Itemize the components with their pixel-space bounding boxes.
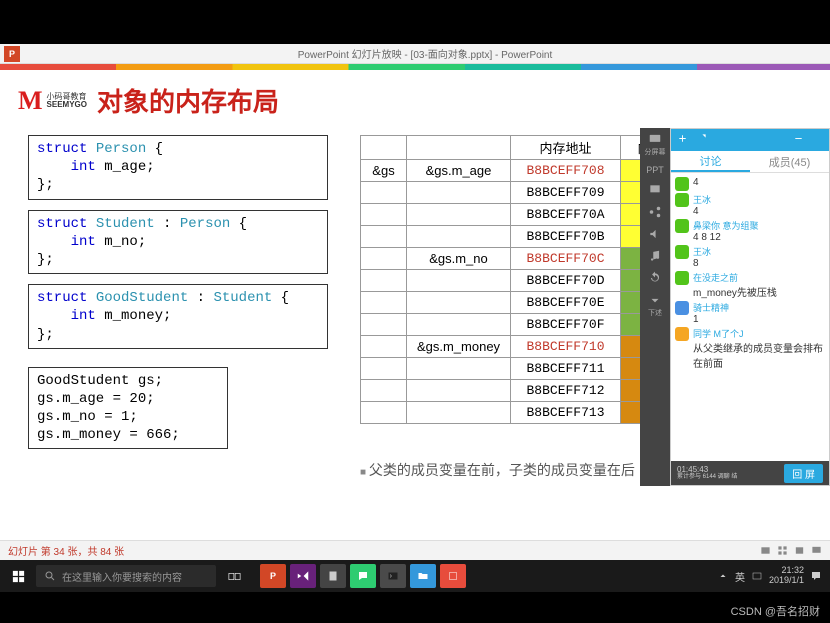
tray-notification-icon[interactable] bbox=[810, 570, 822, 582]
logo: M 小码哥教育SEEMYGO bbox=[18, 86, 87, 116]
avatar bbox=[675, 219, 689, 233]
tray-up-icon[interactable] bbox=[717, 570, 729, 582]
tray-ime-icon[interactable] bbox=[751, 570, 763, 582]
view-normal-icon[interactable] bbox=[760, 545, 771, 556]
side-music-icon[interactable] bbox=[648, 249, 662, 263]
tab-members[interactable]: 成员(45) bbox=[750, 151, 829, 172]
ppt-view-controls[interactable] bbox=[760, 545, 822, 556]
chat-message: 同学 M了个J从父类继承的成员变量会排布在前面 bbox=[675, 327, 825, 370]
table-row: B8BCEFF70D bbox=[361, 270, 681, 292]
code-person: struct Person { int m_age; }; bbox=[28, 135, 328, 200]
ppt-status-bar: 幻灯片 第 34 张，共 84 张 bbox=[0, 540, 830, 560]
search-placeholder: 在这里输入你要搜索的内容 bbox=[62, 569, 182, 584]
avatar bbox=[675, 177, 689, 191]
chat-top-bar[interactable] bbox=[671, 129, 829, 151]
memory-table: 内存地址 内存 &gs&gs.m_ageB8BCEFF708B8BCEFF709… bbox=[360, 135, 681, 424]
chat-message: 4 bbox=[675, 177, 825, 191]
search-icon bbox=[44, 570, 56, 582]
search-box[interactable]: 在这里输入你要搜索的内容 bbox=[36, 565, 216, 587]
task-view-button[interactable] bbox=[216, 560, 252, 592]
windows-taskbar[interactable]: 在这里输入你要搜索的内容 P 英 21:32 2019/1/1 bbox=[0, 560, 830, 592]
side-down-icon[interactable]: 下述 bbox=[648, 293, 662, 318]
taskbar-apps[interactable]: P bbox=[260, 564, 466, 588]
ppt-window-title: PowerPoint 幻灯片放映 - [03-面向对象.pptx] - Powe… bbox=[20, 46, 830, 61]
table-row: B8BCEFF70A bbox=[361, 204, 681, 226]
bottom-black-band bbox=[0, 592, 830, 623]
view-slideshow-icon[interactable] bbox=[811, 545, 822, 556]
app-terminal[interactable] bbox=[380, 564, 406, 588]
table-row: B8BCEFF713 bbox=[361, 402, 681, 424]
slide-title: 对象的内存布局 bbox=[97, 82, 279, 119]
table-row: &gs&gs.m_ageB8BCEFF708 bbox=[361, 160, 681, 182]
chat-body[interactable]: 4 王冰4鼻梁你 意为组聚4 8 12王冰8在没走之前m_money先被压栈骑士精… bbox=[671, 173, 829, 461]
avatar bbox=[675, 193, 689, 207]
view-reading-icon[interactable] bbox=[794, 545, 805, 556]
view-sorter-icon[interactable] bbox=[777, 545, 788, 556]
table-row: B8BCEFF711 bbox=[361, 358, 681, 380]
th-ptr bbox=[361, 136, 407, 160]
side-board-icon[interactable] bbox=[648, 183, 662, 197]
chat-side-toolbar[interactable]: 分屏幕 PPT 下述 bbox=[640, 128, 670, 486]
chat-tabs[interactable]: 讨论 成员(45) bbox=[671, 151, 829, 173]
tab-discuss[interactable]: 讨论 bbox=[671, 151, 750, 172]
powerpoint-icon: P bbox=[4, 46, 20, 62]
app-notepad[interactable] bbox=[320, 564, 346, 588]
code-student: struct Student : Person { int m_no; }; bbox=[28, 210, 328, 275]
chat-message: 王冰4 bbox=[675, 193, 825, 217]
avatar bbox=[675, 301, 689, 315]
logo-text: 小码哥教育SEEMYGO bbox=[47, 93, 87, 109]
system-tray[interactable]: 英 21:32 2019/1/1 bbox=[717, 566, 830, 586]
side-share-icon[interactable] bbox=[648, 205, 662, 219]
chat-panel[interactable]: 分屏幕 PPT 下述 讨论 成员(45) 4 王冰4鼻梁你 意为组聚4 8 12王… bbox=[640, 128, 830, 486]
avatar bbox=[675, 327, 689, 341]
th-field bbox=[407, 136, 511, 160]
app-folder[interactable] bbox=[410, 564, 436, 588]
tray-lang[interactable]: 英 bbox=[735, 569, 745, 584]
table-row: B8BCEFF709 bbox=[361, 182, 681, 204]
side-refresh-icon[interactable] bbox=[648, 271, 662, 285]
side-share-screen-icon[interactable]: 分屏幕 bbox=[645, 132, 666, 157]
table-row: B8BCEFF70F bbox=[361, 314, 681, 336]
logo-mark: M bbox=[18, 86, 43, 116]
side-audio-icon[interactable] bbox=[648, 227, 662, 241]
table-row: &gs.m_noB8BCEFF70C bbox=[361, 248, 681, 270]
code-goodstudent: struct GoodStudent : Student { int m_mon… bbox=[28, 284, 328, 349]
clock[interactable]: 21:32 2019/1/1 bbox=[769, 566, 804, 586]
th-addr: 内存地址 bbox=[511, 136, 621, 160]
table-row: B8BCEFF712 bbox=[361, 380, 681, 402]
app-powerpoint[interactable]: P bbox=[260, 564, 286, 588]
app-snipping[interactable] bbox=[440, 564, 466, 588]
chat-message: 鼻梁你 意为组聚4 8 12 bbox=[675, 219, 825, 243]
chat-timer: 01:45:43 累计参与 6144 调聊 结 bbox=[677, 466, 737, 480]
bullet-note: 父类的成员变量在前，子类的成员变量在后 bbox=[360, 460, 635, 480]
chat-message: 王冰8 bbox=[675, 245, 825, 269]
chat-plus-icon[interactable] bbox=[677, 133, 688, 147]
table-row: &gs.m_moneyB8BCEFF710 bbox=[361, 336, 681, 358]
avatar bbox=[675, 271, 689, 285]
chat-message: 骑士精神1 bbox=[675, 301, 825, 325]
csdn-watermark: CSDN @吾名招财 bbox=[731, 603, 820, 619]
chat-footer: 01:45:43 累计参与 6144 调聊 结 回 屏 bbox=[671, 461, 829, 485]
chat-close-icon[interactable] bbox=[812, 133, 823, 147]
chat-message: 在没走之前m_money先被压栈 bbox=[675, 271, 825, 299]
app-messaging[interactable] bbox=[350, 564, 376, 588]
start-button[interactable] bbox=[0, 560, 36, 592]
slide-counter: 幻灯片 第 34 张，共 84 张 bbox=[8, 543, 124, 558]
chat-open-icon[interactable] bbox=[696, 133, 707, 147]
table-row: B8BCEFF70B bbox=[361, 226, 681, 248]
table-row: B8BCEFF70E bbox=[361, 292, 681, 314]
chat-min-icon[interactable] bbox=[793, 133, 804, 147]
top-black-band bbox=[0, 0, 830, 44]
chat-return-button[interactable]: 回 屏 bbox=[784, 464, 823, 483]
avatar bbox=[675, 245, 689, 259]
app-visualstudio[interactable] bbox=[290, 564, 316, 588]
code-usage: GoodStudent gs; gs.m_age = 20; gs.m_no =… bbox=[28, 367, 228, 450]
side-ppt-icon[interactable]: PPT bbox=[646, 165, 664, 175]
ppt-title-bar: P PowerPoint 幻灯片放映 - [03-面向对象.pptx] - Po… bbox=[0, 44, 830, 64]
